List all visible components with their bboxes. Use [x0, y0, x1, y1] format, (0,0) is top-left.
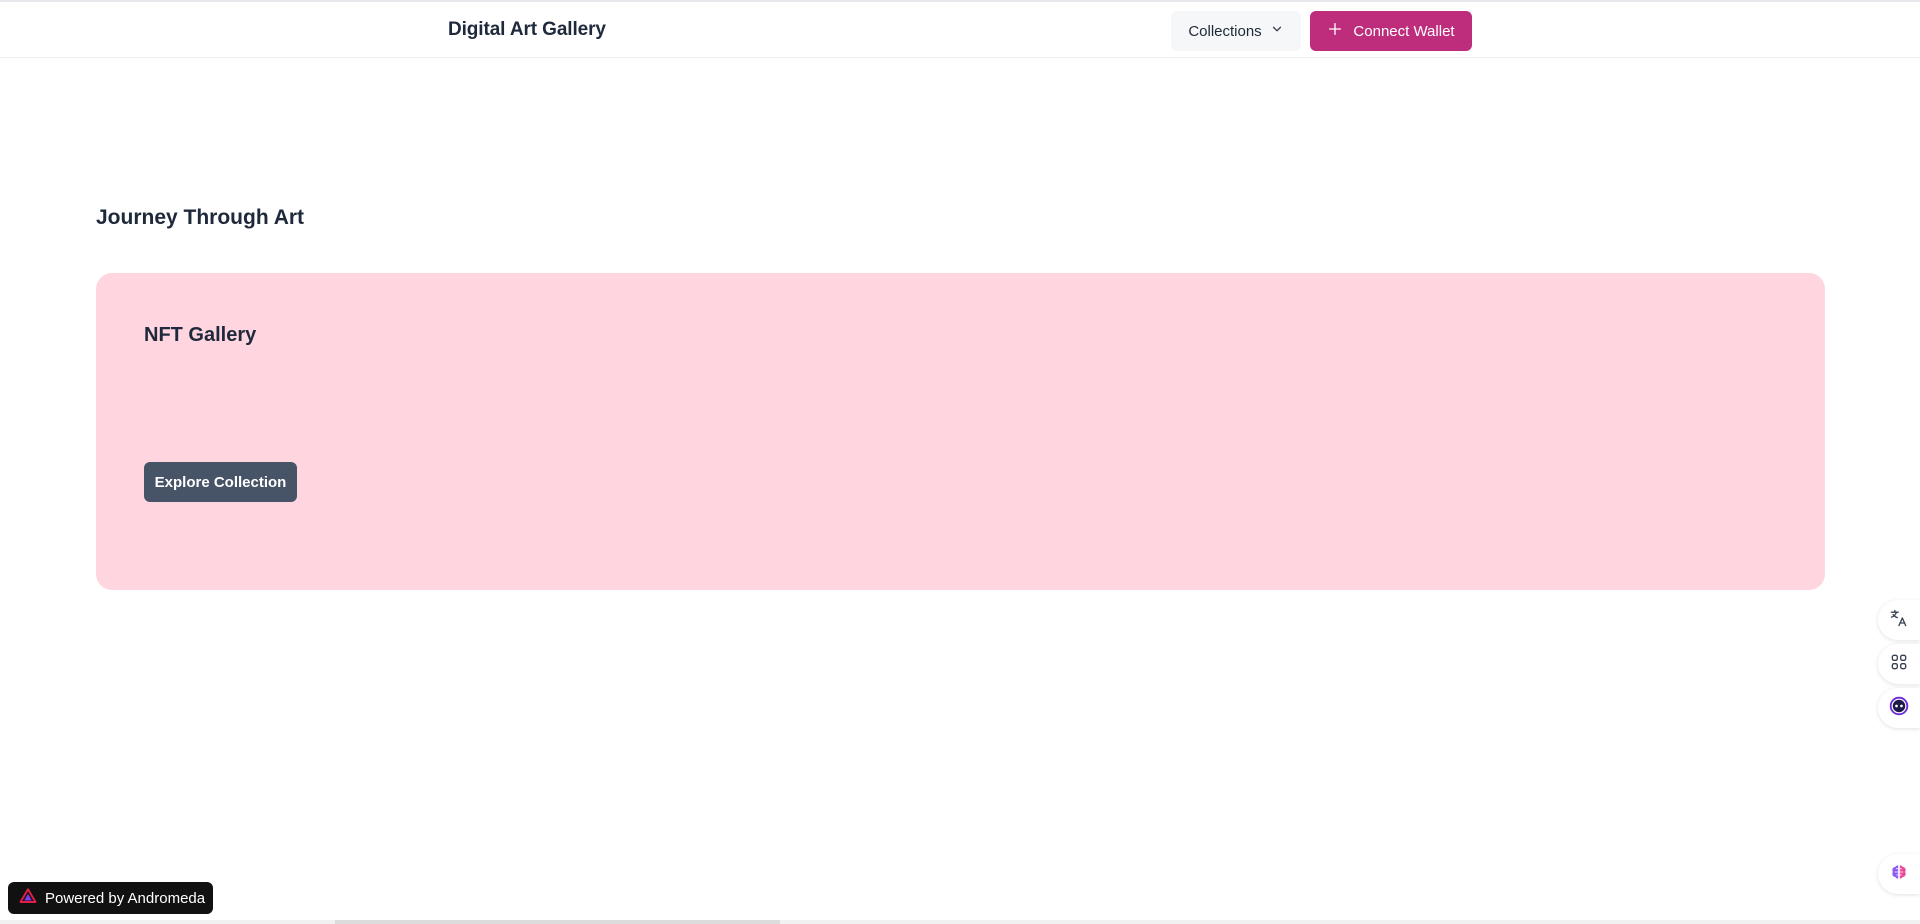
connect-wallet-button[interactable]: Connect Wallet — [1310, 11, 1472, 51]
chevron-down-icon — [1270, 22, 1284, 40]
collections-label: Collections — [1188, 22, 1262, 40]
collections-dropdown-button[interactable]: Collections — [1171, 11, 1301, 51]
connect-wallet-label: Connect Wallet — [1353, 22, 1455, 40]
powered-by-label: Powered by Andromeda — [45, 889, 206, 907]
brand-title[interactable]: Digital Art Gallery — [448, 19, 606, 41]
card-title: NFT Gallery — [144, 324, 257, 346]
assistant-icon — [1889, 696, 1909, 721]
plus-icon — [1327, 21, 1343, 41]
assistant-tool-button[interactable] — [1878, 688, 1920, 728]
brain-icon — [1889, 862, 1909, 887]
horizontal-scrollbar[interactable] — [0, 920, 1920, 924]
brain-tool-button[interactable] — [1878, 854, 1920, 894]
translate-tool-button[interactable] — [1878, 600, 1920, 640]
top-nav: Digital Art Gallery Collections Connect … — [0, 2, 1920, 58]
powered-by-badge[interactable]: Powered by Andromeda — [8, 882, 213, 914]
andromeda-logo-icon — [19, 887, 37, 909]
explore-collection-button[interactable]: Explore Collection — [144, 462, 297, 502]
scrollbar-thumb[interactable] — [335, 920, 780, 924]
apps-icon — [1889, 652, 1909, 677]
section-title: Journey Through Art — [96, 206, 305, 229]
apps-tool-button[interactable] — [1878, 644, 1920, 684]
nft-gallery-card: NFT Gallery Explore Collection — [96, 273, 1825, 590]
translate-icon — [1889, 608, 1909, 633]
